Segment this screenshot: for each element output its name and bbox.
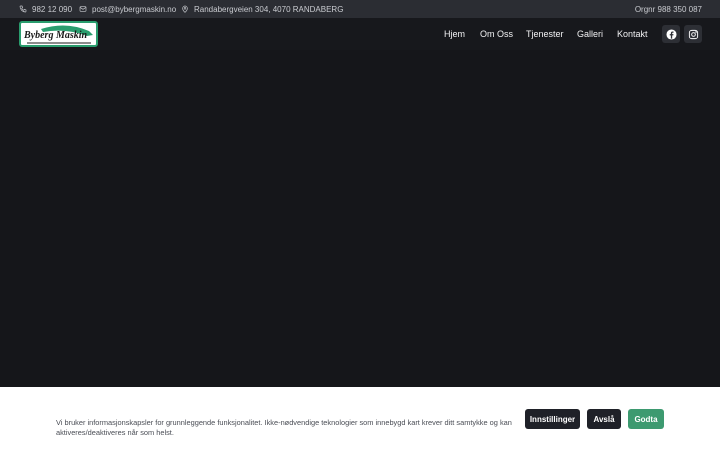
phone-contact[interactable]: 982 12 090 [19,5,72,14]
hero-area [0,50,720,387]
org-number-text: Orgnr 988 350 087 [634,4,702,14]
phone-icon [19,5,27,13]
address-text: Randabergveien 304, 4070 RANDABERG [194,4,344,14]
nav-item-tjenester[interactable]: Tjenester [526,29,564,39]
address-contact[interactable]: Randabergveien 304, 4070 RANDABERG [181,5,343,14]
facebook-button[interactable] [662,25,680,43]
site-logo[interactable]: Byberg Maskin [19,21,98,47]
map-pin-icon [182,5,188,13]
facebook-icon [665,28,677,40]
phone-text: 982 12 090 [32,4,73,14]
email-contact[interactable]: post@bybergmaskin.no [79,5,176,14]
nav-item-om-oss[interactable]: Om Oss [480,29,513,39]
org-number: Orgnr 988 350 087 [635,5,702,14]
nav-item-kontakt[interactable]: Kontakt [617,29,648,39]
email-text: post@bybergmaskin.no [92,4,177,14]
cookie-text: Vi bruker informasjonskapsler for grunnl… [56,418,512,437]
nav-item-galleri[interactable]: Galleri [577,29,603,39]
logo-text: Byberg Maskin [24,30,88,41]
mail-icon [79,6,87,12]
settings-button[interactable]: Innstillinger [525,409,580,429]
accept-button[interactable]: Godta [628,409,664,429]
instagram-icon [688,29,698,39]
cookie-banner: Vi bruker informasjonskapsler for grunnl… [0,387,720,450]
top-info-bar: 982 12 090 post@bybergmaskin.no Randaber… [0,0,720,18]
instagram-button[interactable] [684,25,702,43]
site-header: Byberg Maskin Hjem Om Oss Tjenester Gall… [0,18,720,50]
decline-button[interactable]: Avslå [587,409,621,429]
nav-item-hjem[interactable]: Hjem [444,29,465,39]
